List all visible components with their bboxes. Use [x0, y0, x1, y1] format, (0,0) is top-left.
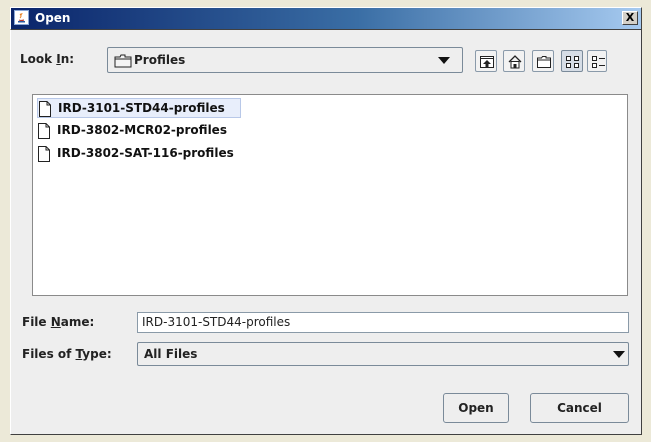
folder-icon — [114, 53, 132, 72]
file-item-ird-3802-mcr02-profiles[interactable]: IRD-3802-MCR02-profiles — [37, 121, 257, 141]
file-item-ird-3101-std44-profiles[interactable]: IRD-3101-STD44-profiles — [37, 98, 241, 118]
file-name-label: File Name: — [22, 315, 94, 329]
file-name-mnemonic: N — [50, 315, 61, 329]
file-name-input[interactable]: IRD-3101-STD44-profiles — [137, 312, 629, 333]
details-view-button[interactable] — [587, 50, 607, 72]
open-dialog: Open X Look In: Profiles IRD-3101-STD44-… — [0, 0, 651, 442]
look-in-label-suffix: n: — [60, 52, 75, 66]
file-icon — [37, 146, 51, 166]
close-button[interactable]: X — [622, 11, 638, 25]
files-of-type-dropdown[interactable]: All Files — [137, 342, 629, 366]
open-button[interactable]: Open — [443, 393, 509, 423]
file-icon — [38, 101, 52, 121]
new-folder-icon — [537, 56, 551, 68]
java-icon — [14, 10, 29, 25]
look-in-value: Profiles — [134, 53, 186, 67]
details-view-icon — [592, 56, 605, 68]
file-item-ird-3802-sat-116-profiles[interactable]: IRD-3802-SAT-116-profiles — [37, 144, 267, 164]
list-view-icon — [566, 56, 579, 68]
new-folder-button[interactable] — [532, 50, 554, 72]
file-icon — [37, 123, 51, 143]
cancel-button[interactable]: Cancel — [530, 393, 629, 423]
file-name-label: IRD-3802-MCR02-profiles — [57, 123, 227, 137]
files-of-type-value: All Files — [144, 347, 198, 361]
file-name-label: IRD-3101-STD44-profiles — [58, 101, 225, 115]
files-of-type-label-text: Files of — [22, 347, 76, 361]
look-in-label: Look In: — [20, 52, 74, 66]
file-name-label-text: File — [22, 315, 51, 329]
dialog-body: Look In: Profiles IRD-3101-STD44-profile… — [10, 30, 642, 435]
look-in-dropdown[interactable]: Profiles — [107, 47, 463, 73]
window-title: Open — [35, 11, 71, 25]
file-name-label: IRD-3802-SAT-116-profiles — [57, 146, 234, 160]
home-button[interactable] — [503, 50, 525, 72]
files-of-type-label-suffix: ype: — [82, 347, 112, 361]
chevron-down-icon[interactable] — [438, 57, 450, 64]
files-of-type-label: Files of Type: — [22, 347, 112, 361]
look-in-label-text: Look — [20, 52, 57, 66]
title-bar[interactable]: Open X — [10, 7, 642, 30]
up-one-level-button[interactable] — [475, 50, 497, 72]
list-view-button[interactable] — [561, 50, 583, 72]
chevron-down-icon[interactable] — [613, 351, 625, 358]
file-name-label-suffix: ame: — [60, 315, 95, 329]
file-list[interactable]: IRD-3101-STD44-profiles IRD-3802-MCR02-p… — [32, 94, 628, 296]
up-folder-icon — [480, 56, 494, 68]
home-icon — [508, 55, 522, 69]
